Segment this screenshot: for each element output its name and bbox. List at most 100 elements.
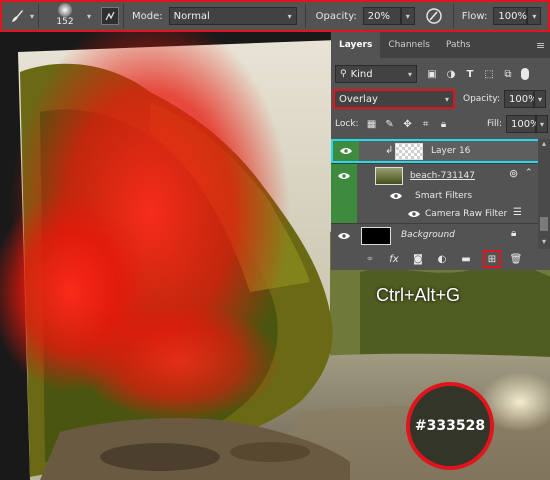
eye-column <box>331 205 357 223</box>
lock-row: Lock: ▦ ✎ ✥ ⌗ 🔒︎ Fill: 100% ▾ <box>331 114 550 134</box>
adjustment-layer-icon[interactable]: ◐ <box>435 252 449 266</box>
filter-type-icon[interactable]: T <box>463 67 477 81</box>
layer-name: Camera Raw Filter <box>425 209 508 219</box>
chevron-down-icon: ▾ <box>444 94 449 104</box>
opacity-input[interactable]: 20% <box>362 7 401 25</box>
visibility-toggle[interactable] <box>333 141 359 161</box>
lock-all-icon[interactable]: 🔒︎ <box>437 117 451 131</box>
separator <box>452 4 454 28</box>
scroll-thumb[interactable] <box>540 217 548 231</box>
layer-name: Layer 16 <box>431 146 471 156</box>
layers-scrollbar[interactable]: ▴ ▾ <box>538 139 550 249</box>
lock-label: Lock: <box>335 119 359 129</box>
panel-tabs: Layers Channels Paths ≡ <box>331 32 550 58</box>
brush-preset-picker[interactable]: 152 <box>43 2 87 30</box>
chevron-down-icon: ▾ <box>287 11 292 21</box>
blend-mode-select[interactable]: Overlay ▾ <box>333 89 455 109</box>
opacity-value: 20% <box>367 10 390 22</box>
new-group-icon[interactable]: ▬ <box>459 252 473 266</box>
search-icon: ⚲ <box>340 69 347 79</box>
scroll-up-icon[interactable]: ▴ <box>538 139 550 151</box>
eye-icon <box>338 172 350 179</box>
visibility-toggle[interactable] <box>331 224 357 247</box>
layer-opacity-label: Opacity: <box>463 94 500 104</box>
clipping-arrow-icon: ↲ <box>385 145 394 156</box>
panel-menu-icon[interactable]: ≡ <box>536 32 550 58</box>
eye-column <box>331 187 357 205</box>
chevron-down-icon: ▾ <box>405 11 410 21</box>
opacity-label: Opacity: <box>315 10 357 22</box>
delete-layer-icon[interactable]: 🗑︎ <box>509 252 523 266</box>
link-layers-icon[interactable]: ⚭ <box>363 252 377 266</box>
layer-row-camera-raw[interactable]: Camera Raw Filter ☰ <box>331 205 550 223</box>
mode-value: Normal <box>173 10 210 22</box>
options-bar: ▾ 152 ▾ Mode: Normal ▾ Opacity: 20% ▾ Fl… <box>0 0 550 32</box>
brush-tool-icon[interactable] <box>6 5 28 27</box>
chevron-down-icon: ▾ <box>539 119 544 129</box>
filter-toggle[interactable] <box>521 68 529 80</box>
filter-pixel-icon[interactable]: ▣ <box>425 67 439 81</box>
tab-layers[interactable]: Layers <box>331 32 381 58</box>
mode-label: Mode: <box>132 10 163 22</box>
chevron-down-icon: ▾ <box>537 94 542 104</box>
flow-dropdown[interactable]: ▾ <box>527 7 542 25</box>
new-layer-icon[interactable]: ⊞ <box>483 250 501 268</box>
lock-artboard-icon[interactable]: ⌗ <box>419 117 433 131</box>
filter-blending-options-icon[interactable]: ☰ <box>513 207 522 218</box>
brush-picker-chevron-icon[interactable]: ▾ <box>87 12 91 21</box>
tool-preset-chevron-icon[interactable]: ▾ <box>30 12 34 21</box>
separator <box>38 4 40 28</box>
lock-image-icon[interactable]: ✎ <box>383 117 397 131</box>
background-thumbnail <box>361 227 391 245</box>
layers-panel: Layers Channels Paths ≡ ⚲ Kind ▾ ▣ ◑ T ⬚… <box>331 32 550 270</box>
blend-row: Overlay ▾ Opacity: 100% ▾ <box>331 88 550 110</box>
tab-channels[interactable]: Channels <box>380 32 438 58</box>
layers-footer: ⚭ fx ◙ ◐ ▬ ⊞ 🗑︎ <box>331 248 550 270</box>
layer-opacity-dropdown[interactable]: ▾ <box>534 90 546 108</box>
layer-name: beach-731147 <box>409 171 475 181</box>
smart-filter-options-icon[interactable]: ⊚ <box>509 167 518 180</box>
lock-icon: 🔒︎ <box>511 228 517 239</box>
shortcut-caption: Ctrl+Alt+G <box>376 285 461 305</box>
opacity-dropdown[interactable]: ▾ <box>400 7 415 25</box>
eye-icon <box>340 148 352 154</box>
filter-kind-select[interactable]: ⚲ Kind ▾ <box>335 65 417 83</box>
blend-mode-value: Overlay <box>339 93 378 105</box>
brush-size-value: 152 <box>56 17 74 27</box>
color-hex-label: #333528 <box>414 418 486 434</box>
fill-dropdown[interactable]: ▾ <box>536 115 548 133</box>
separator <box>123 4 125 28</box>
eye-icon[interactable] <box>389 192 403 200</box>
filter-smart-object-icon[interactable]: ⧉ <box>501 67 515 81</box>
flow-value: 100% <box>498 10 528 22</box>
eye-icon[interactable] <box>407 210 421 218</box>
lock-position-icon[interactable]: ✥ <box>401 117 415 131</box>
add-mask-icon[interactable]: ◙ <box>411 252 425 266</box>
mode-select[interactable]: Normal ▾ <box>168 7 297 25</box>
flow-input[interactable]: 100% <box>493 7 528 25</box>
separator <box>304 4 306 28</box>
flow-label: Flow: <box>461 10 488 22</box>
layer-name: Smart Filters <box>415 191 473 201</box>
eye-icon <box>338 232 350 239</box>
layer-row-background[interactable]: Background 🔒︎ <box>331 223 550 247</box>
collapse-chevron-icon[interactable]: ⌃ <box>525 168 533 178</box>
layer-thumbnail <box>395 143 423 160</box>
visibility-toggle[interactable] <box>331 164 357 187</box>
fill-input[interactable]: 100% <box>506 115 540 133</box>
chevron-down-icon: ▾ <box>407 69 412 79</box>
layer-opacity-input[interactable]: 100% <box>504 90 538 108</box>
pressure-opacity-icon[interactable] <box>423 5 445 27</box>
brush-settings-panel-icon[interactable] <box>101 7 120 25</box>
layer-style-fx-icon[interactable]: fx <box>387 252 401 266</box>
layer-name: Background <box>401 230 455 240</box>
layer-row-layer-16[interactable]: ↲ Layer 16 <box>331 139 550 163</box>
tab-paths[interactable]: Paths <box>438 32 478 58</box>
lock-transparent-icon[interactable]: ▦ <box>365 117 379 131</box>
chevron-down-icon: ▾ <box>532 11 537 21</box>
filter-shape-icon[interactable]: ⬚ <box>482 67 496 81</box>
color-swatch-badge: #333528 <box>406 382 494 470</box>
filter-adjustment-icon[interactable]: ◑ <box>444 67 458 81</box>
layer-row-beach[interactable]: beach-731147 ⊚ ⌃ <box>331 163 550 187</box>
layer-row-smart-filters[interactable]: Smart Filters <box>331 187 550 205</box>
